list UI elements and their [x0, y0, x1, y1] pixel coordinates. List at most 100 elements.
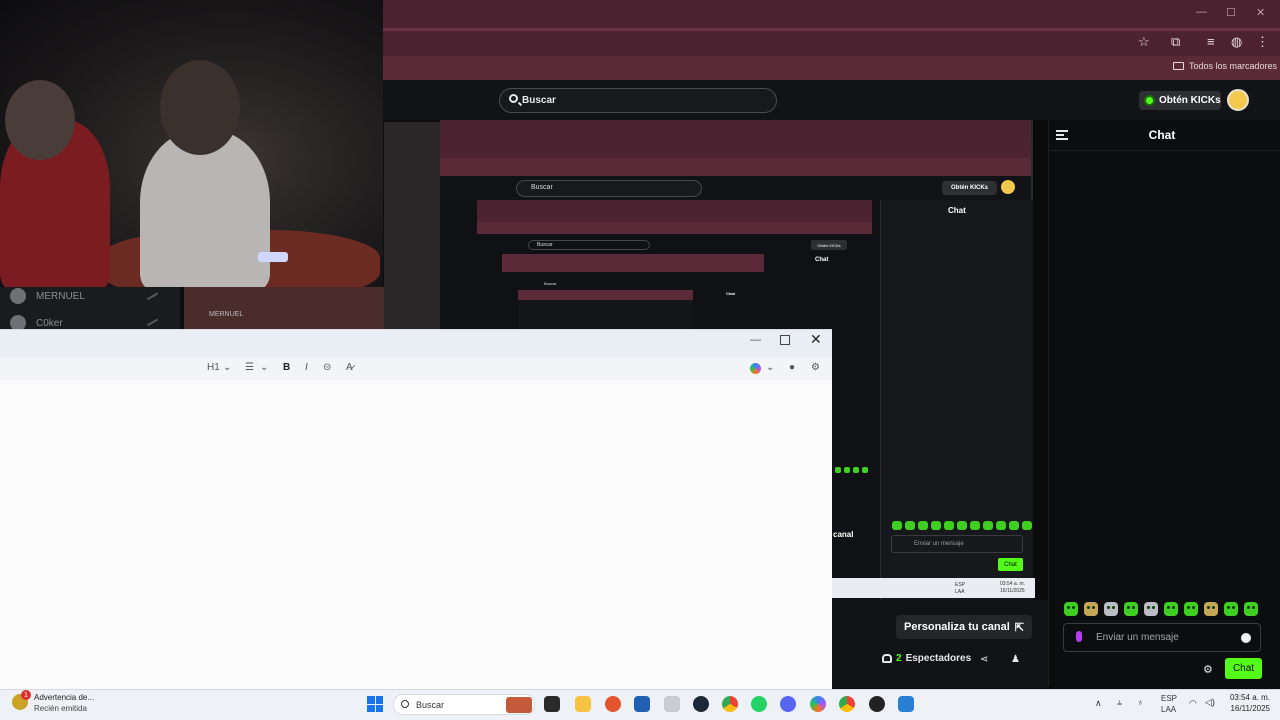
heading-dropdown[interactable]: H1 [207, 362, 220, 373]
app-icon[interactable] [664, 696, 680, 712]
notification-title[interactable]: Advertencia de... [34, 693, 94, 702]
star-icon[interactable]: ☆ [1138, 34, 1150, 50]
gear-icon[interactable]: ⚙ [1203, 663, 1213, 676]
volume-icon[interactable]: ◁) [1205, 697, 1215, 708]
nested-canal-text: canal [833, 530, 854, 539]
taskbar-search-placeholder: Buscar [416, 700, 445, 710]
bold-button[interactable]: B [283, 362, 290, 373]
account-icon[interactable]: ● [789, 362, 795, 373]
file-explorer-icon[interactable] [575, 696, 591, 712]
notepad-toolbar [0, 357, 832, 380]
nested-kicks-2: Obtén KICKs [811, 240, 847, 250]
chat-divider [1048, 150, 1280, 151]
mute-icon [146, 292, 162, 306]
notepad-window: — ✕ H1 ⌄ ☰ ⌄ B I ⊝ A̷ ⌄ ● ⚙ [0, 329, 832, 690]
copilot-icon[interactable] [750, 363, 761, 374]
whatsapp-icon[interactable] [751, 696, 767, 712]
store-icon[interactable] [634, 696, 650, 712]
emote[interactable] [1104, 602, 1118, 616]
emoji-icon[interactable] [1241, 633, 1251, 643]
emote[interactable] [1224, 602, 1238, 616]
emote[interactable] [1184, 602, 1198, 616]
avatar[interactable] [1227, 89, 1249, 111]
copilot-icon[interactable] [810, 696, 826, 712]
nested-chat-title: Chat [948, 206, 966, 215]
app-icon[interactable] [869, 696, 885, 712]
minimize-button[interactable]: — [1196, 6, 1207, 18]
steam-icon[interactable] [693, 696, 709, 712]
mic-icon[interactable]: ♁ [1137, 697, 1144, 707]
nested-chat-title-3: Chat [726, 291, 735, 296]
message-placeholder: Enviar un mensaje [1096, 632, 1179, 643]
customize-channel-label: Personaliza tu canal [904, 621, 1010, 633]
webcam-head-right [160, 60, 240, 155]
clock-time[interactable]: 03:54 a. m. [1224, 693, 1270, 702]
search-icon [401, 700, 409, 708]
gear-icon[interactable]: ⚙ [811, 362, 820, 373]
bookmarks-bar [383, 56, 1280, 80]
close-button[interactable]: ✕ [1256, 6, 1265, 19]
chat-message-input[interactable]: Enviar un mensaje [1063, 623, 1261, 652]
italic-button[interactable]: I [305, 362, 308, 373]
chrome-icon[interactable] [722, 696, 738, 712]
clock-date[interactable]: 16/11/2025 [1224, 704, 1270, 713]
search-input[interactable]: Buscar [499, 88, 777, 113]
media-icon[interactable]: ≡ [1207, 34, 1215, 49]
chevron-up-icon[interactable]: ∧ [1095, 698, 1102, 709]
get-kicks-button[interactable]: Obtén KICKs [1139, 91, 1221, 110]
add-user-icon[interactable]: ♟ [1011, 654, 1020, 665]
nested-taskbar-lang: ESP [955, 582, 966, 588]
maximize-button[interactable] [780, 335, 790, 345]
link-button[interactable]: ⊝ [323, 362, 331, 373]
menu-icon[interactable]: ⋮ [1256, 34, 1269, 50]
task-view-icon[interactable] [544, 696, 560, 712]
chat-send-button[interactable]: Chat [1225, 658, 1262, 679]
taskbar-search[interactable]: Buscar [393, 694, 535, 715]
clear-format-button[interactable]: A̷ [346, 362, 353, 373]
share-icon[interactable]: ⋖ [980, 654, 988, 665]
kicks-coin-icon [1144, 95, 1155, 106]
emote[interactable] [1084, 602, 1098, 616]
webcam-feed [0, 0, 383, 287]
emote[interactable] [1144, 602, 1158, 616]
avatar [1001, 180, 1015, 194]
minimize-button[interactable]: — [750, 334, 761, 346]
collapse-chat-icon[interactable] [1056, 130, 1068, 140]
mic-icon[interactable] [1076, 631, 1082, 642]
chevron-down-icon: ⌄ [223, 362, 232, 373]
discord-icon[interactable] [780, 696, 796, 712]
emote[interactable] [1124, 602, 1138, 616]
search-placeholder: Buscar [522, 95, 556, 106]
region-indicator[interactable]: LAA [1161, 705, 1176, 714]
extensions-icon[interactable]: ⧉ [1171, 34, 1180, 50]
emote[interactable] [1164, 602, 1178, 616]
language-indicator[interactable]: ESP [1161, 694, 1177, 703]
usb-icon[interactable]: ⫨ [1117, 697, 1122, 708]
all-bookmarks-link[interactable]: Todos los marcadores [1189, 61, 1277, 71]
notepad-text-area[interactable] [0, 380, 832, 690]
maximize-button[interactable]: ☐ [1226, 6, 1236, 19]
emote[interactable] [1204, 602, 1218, 616]
nested-emote-fragment [835, 467, 868, 473]
list-dropdown[interactable]: ☰ [245, 362, 254, 373]
viewer-row[interactable]: MERNUEL [10, 286, 85, 306]
customize-channel-button[interactable]: Personaliza tu canal ⇱ [896, 615, 1032, 639]
notepad-icon[interactable] [898, 696, 914, 712]
nested-message-input: Enviar un mensaje [891, 535, 1023, 553]
nested-chat-send: Chat [998, 558, 1023, 571]
external-link-icon: ⇱ [1014, 621, 1024, 634]
mini-webcam-strip [384, 122, 440, 332]
emote[interactable] [1244, 602, 1258, 616]
close-button[interactable]: ✕ [810, 331, 822, 348]
emote[interactable] [1064, 602, 1078, 616]
notification-subtitle: Recién emitida [34, 704, 87, 713]
emote-row [1064, 602, 1258, 616]
nested-taskbar-date: 16/11/2025 [1000, 588, 1025, 594]
profile-icon[interactable]: ◍ [1231, 34, 1242, 50]
chrome-icon[interactable] [839, 696, 855, 712]
nested-screen-4 [518, 290, 693, 330]
chevron-down-icon: ⌄ [766, 362, 775, 373]
start-button[interactable] [367, 696, 383, 712]
app-icon[interactable] [605, 696, 621, 712]
wifi-icon[interactable]: ◠ [1189, 698, 1197, 709]
